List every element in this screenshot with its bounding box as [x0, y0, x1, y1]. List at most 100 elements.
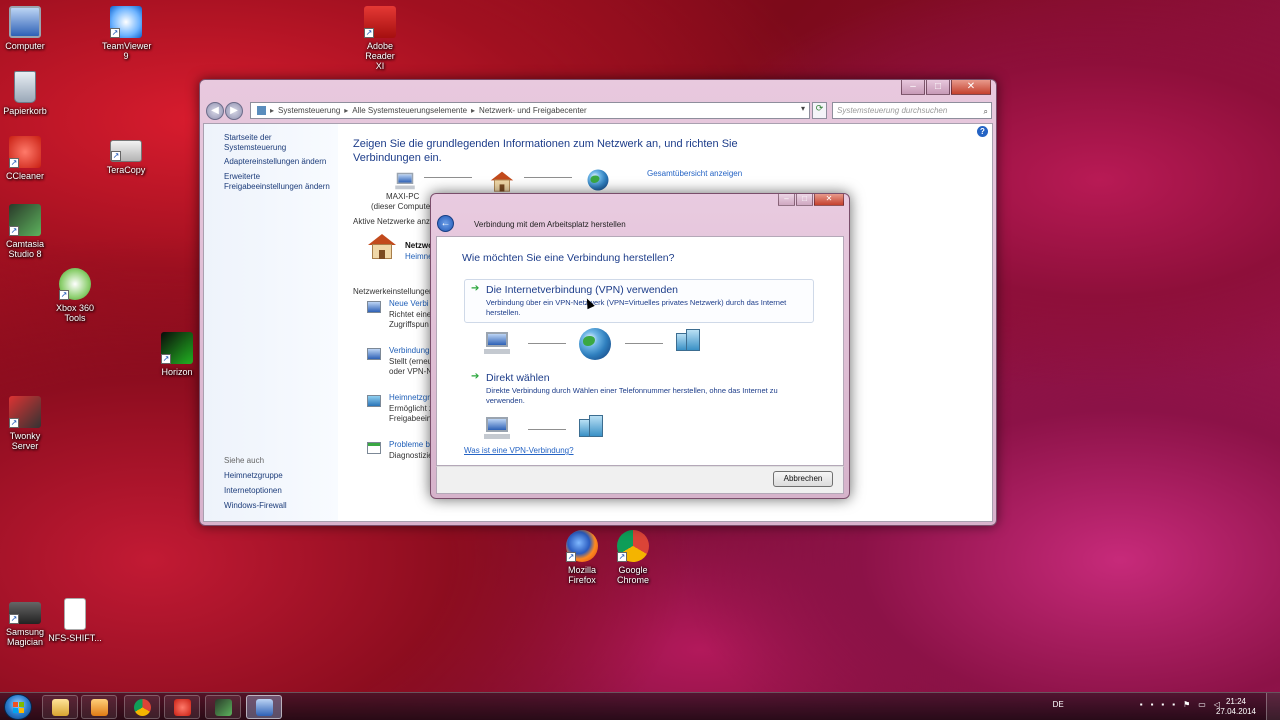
refresh-button[interactable]: ⟳ [812, 102, 827, 119]
chevron-right-icon: ▸ [270, 106, 275, 115]
minimize-button[interactable]: – [901, 80, 925, 95]
tray-icon[interactable]: ▪ [1172, 700, 1175, 709]
settings-item-desc: Diagnostizie [389, 451, 433, 460]
taskbar-camtasia-button[interactable] [205, 695, 241, 719]
camtasia-icon: ↗ [9, 204, 41, 236]
computer-icon [394, 171, 417, 191]
clock[interactable]: 21:24 27.04.2014 [1216, 697, 1256, 717]
option-use-vpn[interactable]: ➔ Die Internetverbindung (VPN) verwenden… [464, 279, 814, 323]
connection-line [528, 429, 566, 430]
settings-item-title[interactable]: Verbindung [389, 346, 429, 356]
taskbar-media-player-button[interactable] [81, 695, 117, 719]
ccleaner-icon [174, 699, 191, 716]
breadcrumb-item[interactable]: Alle Systemsteuerungselemente [352, 106, 467, 115]
taskbar-explorer-button[interactable] [42, 695, 78, 719]
option-desc-line1: Verbindung über ein VPN-Netzwerk (VPN=Vi… [486, 298, 787, 307]
link-internet-options[interactable]: Internetoptionen [224, 486, 334, 496]
back-button[interactable]: ◀ [206, 102, 224, 120]
desktop-icon-label: CCleaner [5, 171, 45, 181]
samsung-magician-icon: ↗ [9, 602, 41, 624]
network-icon[interactable]: ▭ [1198, 700, 1206, 709]
close-button[interactable]: ✕ [951, 80, 991, 95]
computer-icon [482, 330, 512, 356]
chevron-right-icon: ▸ [344, 106, 349, 115]
link-advanced-sharing[interactable]: Erweiterte Freigabeeinstellungen ändern [224, 172, 334, 192]
connection-line [524, 177, 572, 178]
link-adapter-settings[interactable]: Adaptereinstellungen ändern [224, 157, 334, 167]
twonky-icon: ↗ [9, 396, 41, 428]
address-bar[interactable]: ▸ Systemsteuerung ▸ Alle Systemsteuerung… [250, 102, 810, 119]
option-direct-dial[interactable]: ➔ Direkt wählen Direkte Verbindung durch… [464, 367, 814, 411]
search-input[interactable]: Systemsteuerung durchsuchen ⌕ [832, 102, 992, 119]
desktop-icon-camtasia[interactable]: ↗ Camtasia Studio 8 [0, 204, 60, 259]
link-full-map[interactable]: Gesamtübersicht anzeigen [647, 169, 742, 178]
desktop-icon-teamviewer[interactable]: ↗ TeamViewer 9 [91, 6, 161, 61]
show-desktop-button[interactable] [1266, 693, 1280, 720]
corporate-network-icon [676, 329, 706, 353]
taskbar-ccleaner-button[interactable] [164, 695, 200, 719]
tray-icon[interactable]: ▪ [1161, 700, 1164, 709]
link-homegroup[interactable]: Heimnetzgruppe [224, 471, 334, 481]
tray-icon[interactable]: ▪ [1140, 700, 1143, 709]
dialog-title: Verbindung mit dem Arbeitsplatz herstell… [474, 220, 626, 229]
dialog-back-button[interactable]: ← [437, 215, 454, 232]
link-what-is-vpn[interactable]: Was ist eine VPN-Verbindung? [464, 446, 574, 455]
dialog-window-controls: – □ ✕ [777, 194, 844, 206]
forward-button[interactable]: ▶ [225, 102, 243, 120]
start-button[interactable] [4, 694, 32, 720]
taskbar-chrome-button[interactable] [124, 695, 160, 719]
settings-item-title[interactable]: Neue Verbi [389, 299, 429, 309]
page-title: Zeigen Sie die grundlegenden Information… [353, 137, 753, 165]
settings-item-title[interactable]: Heimnetzgr [389, 393, 430, 403]
maximize-button[interactable]: □ [926, 80, 950, 95]
clock-time: 21:24 [1225, 697, 1246, 706]
chevron-down-icon[interactable]: ▾ [801, 104, 805, 113]
left-pane: Startseite der Systemsteuerung Adapterei… [204, 124, 338, 521]
tray-icon[interactable]: ▪ [1151, 700, 1154, 709]
settings-item-desc: Stellt (erneu [389, 357, 433, 366]
desktop-icon-adobe-reader[interactable]: ↗ Adobe Reader XI [345, 6, 415, 71]
desktop-icon-label: Papierkorb [3, 106, 47, 116]
search-placeholder: Systemsteuerung durchsuchen [837, 106, 948, 115]
settings-item-title[interactable]: Probleme b [389, 440, 430, 450]
help-icon[interactable]: ? [977, 126, 988, 137]
desktop-icon-xbox-tools[interactable]: ↗ Xbox 360 Tools [40, 268, 110, 323]
media-player-icon [91, 699, 108, 716]
desktop-icon-label: Camtasia Studio 8 [5, 239, 44, 259]
desktop-icon-chrome[interactable]: ↗ Google Chrome [598, 530, 668, 585]
recycle-bin-icon [14, 71, 36, 103]
option-desc-line1: Direkte Verbindung durch Wählen einer Te… [486, 386, 778, 395]
network-type-link[interactable]: Heimne [405, 252, 433, 262]
link-windows-firewall[interactable]: Windows-Firewall [224, 501, 334, 511]
desktop-icon-label: Mozilla Firefox [567, 565, 596, 585]
dialog-footer: Abbrechen [436, 466, 844, 494]
breadcrumb-item[interactable]: Systemsteuerung [278, 106, 340, 115]
desktop-icon-computer[interactable]: Computer [0, 6, 60, 51]
link-control-panel-home[interactable]: Startseite der Systemsteuerung [224, 133, 334, 153]
settings-item-desc: Freigabeein [389, 414, 432, 423]
green-arrow-icon: ➔ [471, 371, 480, 382]
troubleshoot-icon [367, 442, 381, 454]
computer-icon [9, 6, 41, 38]
cancel-button[interactable]: Abbrechen [773, 471, 833, 487]
desktop-icon-ccleaner[interactable]: ↗ CCleaner [0, 136, 60, 181]
settings-item-desc: Ermöglicht z [389, 404, 434, 413]
dialog-maximize-button[interactable]: □ [796, 194, 813, 206]
desktop-icon-label: Twonky Server [9, 431, 41, 451]
see-also-heading: Siehe auch [224, 456, 265, 465]
home-network-icon [490, 171, 514, 193]
page-title-line2: Verbindungen ein. [353, 152, 442, 164]
breadcrumb-item[interactable]: Netzwerk- und Freigabecenter [479, 106, 587, 115]
desktop-icon-nfs-shift[interactable]: NFS-SHIFT... [40, 598, 110, 643]
language-indicator[interactable]: DE [1053, 700, 1064, 709]
dialog-close-button[interactable]: ✕ [814, 194, 844, 206]
firefox-icon: ↗ [566, 530, 598, 562]
desktop-icon-teracopy[interactable]: ↗ TeraCopy [91, 136, 161, 175]
desktop-icon-twonky[interactable]: ↗ Twonky Server [0, 396, 60, 451]
flag-icon[interactable]: ⚑ [1183, 700, 1190, 709]
dialog-minimize-button[interactable]: – [778, 194, 795, 206]
taskbar-control-panel-button[interactable] [246, 695, 282, 719]
page-title-line1: Zeigen Sie die grundlegenden Information… [353, 138, 738, 150]
search-icon: ⌕ [983, 107, 988, 116]
desktop-icon-recycle-bin[interactable]: Papierkorb [0, 71, 60, 116]
